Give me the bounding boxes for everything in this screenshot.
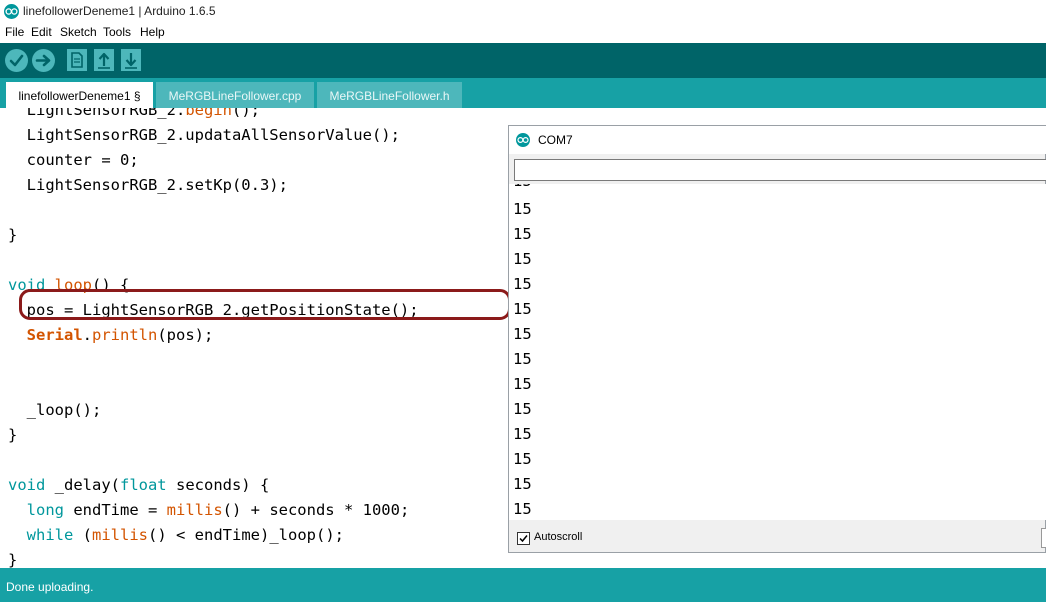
- verify-icon: [9, 54, 24, 67]
- toolbar: [0, 43, 1046, 78]
- upload-button[interactable]: [32, 49, 55, 72]
- code-token: () < endTime)_loop();: [148, 526, 344, 544]
- serial-line: 15: [513, 375, 532, 393]
- code-token: float: [119, 476, 167, 494]
- open-button[interactable]: [94, 49, 114, 71]
- code-token: println: [92, 326, 158, 344]
- code-line: }: [8, 551, 17, 568]
- serial-line: 15: [513, 325, 532, 343]
- serial-monitor-titlebar: COM7: [509, 126, 1046, 154]
- code-token: .: [82, 326, 93, 344]
- code-token: Serial: [26, 326, 83, 344]
- code-line: _loop();: [8, 401, 102, 419]
- status-bar: Done uploading.: [0, 568, 1046, 602]
- serial-line: 15: [513, 225, 532, 243]
- code-line: LightSensorRGB_2.setKp(0.3);: [8, 176, 288, 194]
- tab-mergblinefollower-cpp[interactable]: MeRGBLineFollower.cpp: [156, 82, 314, 108]
- autoscroll-label: Autoscroll: [534, 531, 583, 543]
- code-line: counter = 0;: [8, 151, 139, 169]
- serial-monitor-window: COM7 15 15 15 15 15 15 15 15 15 15 15 15 15 15 Autosc…: [508, 125, 1046, 553]
- serial-line: 15: [513, 400, 532, 418]
- menu-bar: File Edit Sketch Tools Help: [0, 23, 1046, 43]
- code-token: (pos);: [157, 326, 214, 344]
- tab-mergblinefollower-h[interactable]: MeRGBLineFollower.h: [317, 82, 462, 108]
- code-token: LightSensorRGB_2.: [8, 108, 186, 119]
- serial-line: 15: [513, 250, 532, 268]
- open-icon: [98, 52, 110, 69]
- code-token: _delay(: [45, 476, 120, 494]
- code-token: }: [8, 551, 18, 568]
- verify-button[interactable]: [5, 49, 28, 72]
- serial-line: 15: [513, 184, 532, 190]
- serial-line: 15: [513, 450, 532, 468]
- serial-line: 15: [513, 275, 532, 293]
- window-title: linefollowerDeneme1 | Arduino 1.6.5: [23, 4, 216, 18]
- serial-line: 15: [513, 300, 532, 318]
- code-line: Serial.println(pos);: [8, 326, 214, 344]
- code-line: LightSensorRGB_2.updataAllSensorValue();: [8, 126, 400, 144]
- tab-bar: linefollowerDeneme1 § MeRGBLineFollower.…: [0, 78, 1046, 108]
- code-line: LightSensorRGB_2.begin();: [8, 108, 260, 119]
- autoscroll-checkbox[interactable]: [517, 532, 530, 545]
- code-token: seconds) {: [166, 476, 270, 494]
- code-token: long: [26, 501, 64, 519]
- code-line: long endTime = millis() + seconds * 1000…: [8, 501, 410, 519]
- code-token: void: [8, 476, 46, 494]
- new-button[interactable]: [67, 49, 87, 71]
- save-button[interactable]: [121, 49, 141, 71]
- menu-edit[interactable]: Edit: [31, 25, 52, 39]
- highlight-annotation: [19, 289, 511, 320]
- serial-line: 15: [513, 200, 532, 218]
- code-token: begin: [185, 108, 232, 119]
- code-token: endTime =: [64, 501, 167, 519]
- upload-icon: [35, 54, 51, 67]
- status-text: Done uploading.: [6, 580, 94, 594]
- code-token: () + seconds * 1000;: [222, 501, 410, 519]
- code-line: }: [8, 226, 17, 244]
- new-icon: [71, 52, 83, 68]
- code-token: }: [8, 426, 18, 444]
- serial-line: 15: [513, 425, 532, 443]
- code-token: millis: [92, 526, 149, 544]
- code-token: LightSensorRGB_2.setKp(0.3);: [8, 176, 288, 194]
- code-token: ();: [231, 108, 260, 119]
- serial-monitor-title: COM7: [538, 133, 573, 147]
- code-token: counter = 0;: [8, 151, 139, 169]
- serial-input-field[interactable]: [514, 159, 1046, 181]
- code-token: while: [26, 526, 74, 544]
- menu-tools[interactable]: Tools: [103, 25, 131, 39]
- code-line: }: [8, 426, 17, 444]
- title-bar: linefollowerDeneme1 | Arduino 1.6.5: [0, 0, 1046, 23]
- serial-line: 15: [513, 475, 532, 493]
- code-token: (: [73, 526, 93, 544]
- code-token: }: [8, 226, 18, 244]
- arduino-logo-icon: [516, 133, 530, 147]
- code-token: _loop();: [8, 401, 102, 419]
- line-ending-dropdown[interactable]: [1041, 528, 1046, 548]
- code-token: LightSensorRGB_2.updataAllSensorValue();: [8, 126, 400, 144]
- menu-file[interactable]: File: [5, 25, 24, 39]
- code-token: millis: [166, 501, 223, 519]
- code-line: while (millis() < endTime)_loop();: [8, 526, 344, 544]
- menu-sketch[interactable]: Sketch: [60, 25, 97, 39]
- code-line: void _delay(float seconds) {: [8, 476, 269, 494]
- serial-line: 15: [513, 350, 532, 368]
- save-icon: [125, 53, 137, 69]
- arduino-logo-icon: [4, 4, 19, 19]
- serial-line: 15: [513, 500, 532, 518]
- serial-output: 15 15 15 15 15 15 15 15 15 15 15 15 15 15: [509, 184, 1046, 520]
- menu-help[interactable]: Help: [140, 25, 165, 39]
- checkmark-icon: [519, 535, 528, 543]
- tab-linefollowerdeneme1[interactable]: linefollowerDeneme1 §: [6, 82, 153, 108]
